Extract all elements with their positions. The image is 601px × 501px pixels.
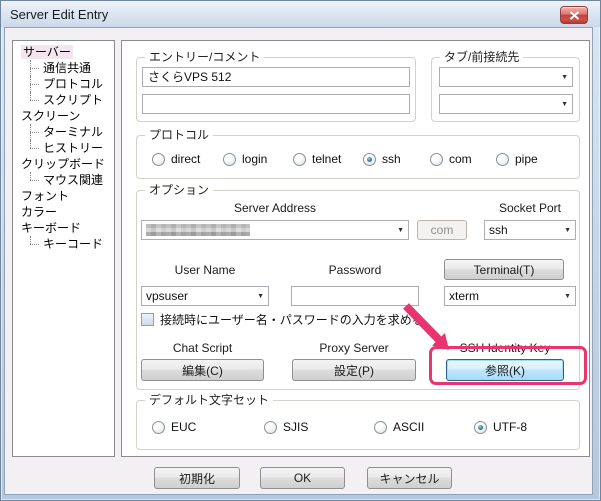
tab-previous-connection-group: タブ/前接続先 ▼ ▼	[431, 57, 580, 122]
entry-comment-group: エントリー/コメント さくらVPS 512	[136, 57, 416, 122]
dialog-client-area: サーバー 通信共通 プロトコル スクリプト スクリーン ターミナル ヒストリー …	[4, 27, 593, 495]
protocol-radio-com[interactable]: com	[430, 152, 472, 166]
protocol-group: プロトコル direct login telnet ssh com pipe	[136, 135, 580, 179]
ssh-identity-key-label: SSH Identity Key	[442, 341, 568, 355]
tab-combo[interactable]: ▼	[439, 67, 573, 87]
user-name-combo[interactable]: vpsuser ▼	[141, 286, 269, 306]
comment-input[interactable]	[142, 94, 410, 114]
tree-item-keyboard[interactable]: キーボード	[16, 220, 114, 236]
tree-item-clipboard[interactable]: クリップボード	[16, 156, 114, 172]
charset-group-label: デフォルト文字セット	[145, 393, 273, 407]
dropdown-arrow-icon: ▼	[560, 227, 571, 234]
protocol-radio-direct[interactable]: direct	[152, 152, 200, 166]
options-group-label: オプション	[145, 183, 213, 197]
socket-port-label: Socket Port	[484, 201, 576, 215]
server-edit-entry-dialog: Server Edit Entry サーバー 通信共通 プロトコル スクリプト …	[0, 0, 601, 501]
radio-indicator	[363, 153, 376, 166]
prompt-credentials-label: 接続時にユーザー名・パスワードの入力を求める	[160, 311, 424, 328]
settings-tree: サーバー 通信共通 プロトコル スクリプト スクリーン ターミナル ヒストリー …	[12, 40, 115, 457]
password-label: Password	[291, 263, 419, 277]
tree-item-terminal[interactable]: ターミナル	[16, 124, 114, 140]
cancel-button[interactable]: キャンセル	[367, 467, 452, 489]
title-bar: Server Edit Entry	[1, 1, 600, 27]
window-title: Server Edit Entry	[10, 7, 108, 22]
radio-indicator	[293, 153, 306, 166]
server-settings-panel: エントリー/コメント さくらVPS 512 タブ/前接続先 ▼ ▼ プロトコル …	[121, 40, 590, 457]
default-charset-group: デフォルト文字セット EUC SJIS ASCII UTF-8	[136, 400, 580, 450]
options-group: オプション Server Address Socket Port ▼ com s…	[136, 190, 580, 390]
com-button[interactable]: com	[417, 220, 467, 240]
dropdown-arrow-icon: ▼	[557, 101, 568, 108]
dropdown-arrow-icon: ▼	[557, 74, 568, 81]
radio-indicator	[374, 421, 387, 434]
edit-chat-script-button[interactable]: 編集(C)	[141, 359, 264, 381]
dropdown-arrow-icon: ▼	[253, 293, 264, 300]
password-input[interactable]	[291, 286, 419, 306]
entry-name-input[interactable]: さくらVPS 512	[142, 67, 410, 87]
tree-item-mouse[interactable]: マウス関連	[16, 172, 114, 188]
tree-item-font[interactable]: フォント	[16, 188, 114, 204]
charset-radio-utf8[interactable]: UTF-8	[474, 420, 527, 434]
protocol-radio-pipe[interactable]: pipe	[496, 152, 538, 166]
proxy-server-label: Proxy Server	[292, 341, 416, 355]
protocol-radio-ssh[interactable]: ssh	[363, 152, 401, 166]
dropdown-arrow-icon: ▼	[560, 293, 571, 300]
init-button[interactable]: 初期化	[154, 467, 240, 489]
tree-item-communication-common[interactable]: 通信共通	[16, 60, 114, 76]
protocol-radio-telnet[interactable]: telnet	[293, 152, 341, 166]
tree-item-server[interactable]: サーバー	[16, 44, 114, 60]
close-button[interactable]	[560, 6, 588, 24]
radio-indicator	[223, 153, 236, 166]
radio-indicator	[152, 421, 165, 434]
proxy-settings-button[interactable]: 設定(P)	[292, 359, 416, 381]
tree-item-keycode[interactable]: キーコード	[16, 236, 114, 252]
tree-item-script[interactable]: スクリプト	[16, 92, 114, 108]
tab-group-label: タブ/前接続先	[440, 50, 523, 64]
charset-radio-ascii[interactable]: ASCII	[374, 420, 424, 434]
tree-item-history[interactable]: ヒストリー	[16, 140, 114, 156]
tree-item-color[interactable]: カラー	[16, 204, 114, 220]
radio-indicator	[430, 153, 443, 166]
checkbox-indicator	[141, 313, 154, 326]
tree-item-protocol[interactable]: プロトコル	[16, 76, 114, 92]
socket-port-combo[interactable]: ssh ▼	[484, 220, 576, 240]
prompt-credentials-checkbox[interactable]: 接続時にユーザー名・パスワードの入力を求める	[141, 311, 424, 328]
terminal-button[interactable]: Terminal(T)	[444, 259, 564, 280]
user-name-label: User Name	[141, 263, 269, 277]
masked-server-address	[146, 224, 250, 236]
charset-radio-euc[interactable]: EUC	[152, 420, 196, 434]
ok-button[interactable]: OK	[260, 467, 345, 489]
tree-item-screen[interactable]: スクリーン	[16, 108, 114, 124]
chat-script-label: Chat Script	[141, 341, 264, 355]
dropdown-arrow-icon: ▼	[393, 227, 404, 234]
terminal-type-combo[interactable]: xterm ▼	[444, 286, 576, 306]
radio-indicator	[152, 153, 165, 166]
radio-indicator	[264, 421, 277, 434]
server-address-combo[interactable]: ▼	[141, 220, 409, 240]
protocol-radio-login[interactable]: login	[223, 152, 267, 166]
protocol-group-label: プロトコル	[145, 128, 213, 142]
charset-radio-sjis[interactable]: SJIS	[264, 420, 308, 434]
radio-indicator	[496, 153, 509, 166]
entry-comment-group-label: エントリー/コメント	[145, 50, 264, 64]
previous-connection-combo[interactable]: ▼	[439, 94, 573, 114]
server-address-label: Server Address	[141, 201, 409, 215]
browse-ssh-key-button[interactable]: 参照(K)	[446, 359, 564, 381]
radio-indicator	[474, 421, 487, 434]
close-icon	[569, 11, 580, 20]
